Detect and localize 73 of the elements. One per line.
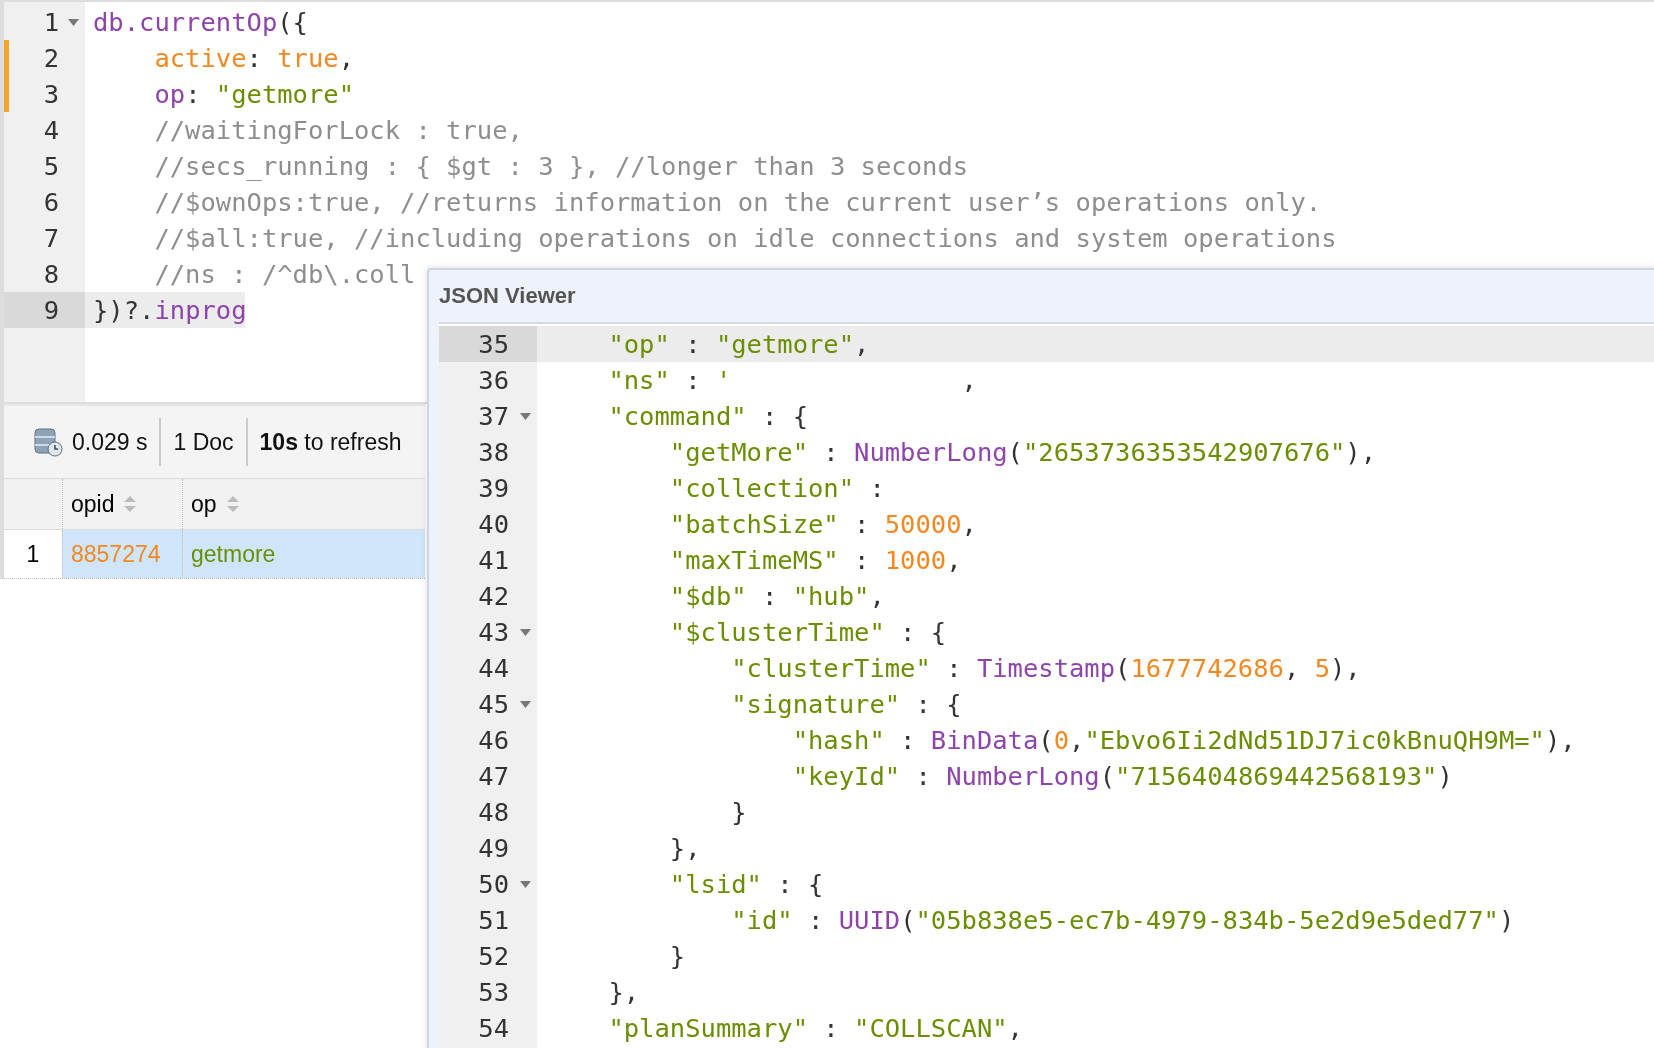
line-number: 3 [43, 79, 59, 109]
window-title: JSON Viewer [439, 283, 576, 309]
code-line: } [668, 941, 686, 971]
code-line: "$db" : "hub", [668, 581, 885, 611]
code-line: })?.inprog [92, 295, 247, 325]
code-line: }, [607, 977, 640, 1007]
code-line: "id" : UUID("05b838e5-ec7b-4979-834b-5e2d9e5ded77") [730, 905, 1515, 935]
line-number: 47 [478, 761, 509, 791]
line-number: 39 [478, 473, 509, 503]
row-number: 1 [26, 540, 40, 568]
code-line: "maxTimeMS" : 1000, [668, 545, 962, 575]
line-number: 35 [478, 329, 509, 359]
code-line: "collection" : [668, 473, 885, 503]
line-number: 6 [43, 187, 59, 217]
code-line: //ns : /^db\.coll [153, 259, 416, 289]
code-line: active: true, [153, 43, 355, 73]
line-number: 4 [43, 115, 59, 145]
code-line: //$all:true, //including operations on idle connections and system operations [153, 223, 1337, 253]
code-line: db.currentOp({ [92, 7, 308, 37]
code-line: op: "getmore" [153, 79, 354, 109]
line-number: 54 [478, 1013, 509, 1043]
line-number: 37 [478, 401, 509, 431]
line-number: 45 [478, 689, 509, 719]
line-number: 41 [478, 545, 509, 575]
line-number: 46 [478, 725, 509, 755]
line-number: 38 [478, 437, 509, 467]
line-number: 52 [478, 941, 509, 971]
query-time: 0.029 s [72, 428, 148, 456]
line-number: 49 [478, 833, 509, 863]
table-cell: getmore [191, 540, 276, 568]
line-number: 8 [43, 259, 59, 289]
code-line: "signature" : { [730, 689, 962, 719]
code-line: //secs_running : { $gt : 3 }, //longer than 3 seconds [153, 151, 969, 181]
fold-caret-icon[interactable] [68, 19, 79, 26]
code-line: "ns" : ' , [607, 365, 977, 395]
code-line: "command" : { [607, 401, 808, 431]
line-number: 9 [43, 295, 59, 325]
fold-caret-icon[interactable] [520, 629, 531, 636]
line-number: 7 [43, 223, 59, 253]
line-number: 40 [478, 509, 509, 539]
table-cell: 8857274 [71, 540, 161, 568]
code-line: "planSummary" : "COLLSCAN", [607, 1013, 1023, 1043]
line-number: 42 [478, 581, 509, 611]
fold-caret-icon[interactable] [520, 701, 531, 708]
line-number: 53 [478, 977, 509, 1007]
line-number: 5 [43, 151, 59, 181]
code-line: "hash" : BinData(0,"Ebvo6Ii2dNd51DJ7ic0kBnuQH9M="), [791, 725, 1576, 755]
line-number: 50 [478, 869, 509, 899]
document-count: 1 Doc [173, 428, 234, 456]
line-number: 51 [478, 905, 509, 935]
line-number: 36 [478, 365, 509, 395]
column-header[interactable]: opid [71, 490, 115, 518]
code-line: "keyId" : NumberLong("7156404869442568193") [791, 761, 1453, 791]
line-number: 44 [478, 653, 509, 683]
column-header[interactable]: op [191, 490, 217, 518]
code-line: "batchSize" : 50000, [668, 509, 977, 539]
line-number: 43 [478, 617, 509, 647]
fold-caret-icon[interactable] [520, 413, 531, 420]
line-number: 1 [43, 7, 59, 37]
code-line: }, [668, 833, 701, 863]
code-line: } [730, 797, 747, 827]
code-line: "$clusterTime" : { [668, 617, 947, 647]
code-line: "clusterTime" : Timestamp(1677742686, 5), [730, 653, 1361, 683]
line-number: 48 [478, 797, 509, 827]
database-clock-icon [32, 426, 64, 458]
code-line: "lsid" : { [668, 869, 824, 899]
code-line: //waitingForLock : true, [153, 115, 523, 145]
code-line: "op" : "getmore", [607, 329, 870, 359]
refresh-countdown: 10s to refresh [259, 428, 402, 456]
fold-caret-icon[interactable] [520, 881, 531, 888]
line-number: 2 [43, 43, 59, 73]
code-line: //$ownOps:true, //returns information on the current user’s operations only. [153, 187, 1322, 217]
code-line: "getMore" : NumberLong("2653736353542907676"), [668, 437, 1377, 467]
